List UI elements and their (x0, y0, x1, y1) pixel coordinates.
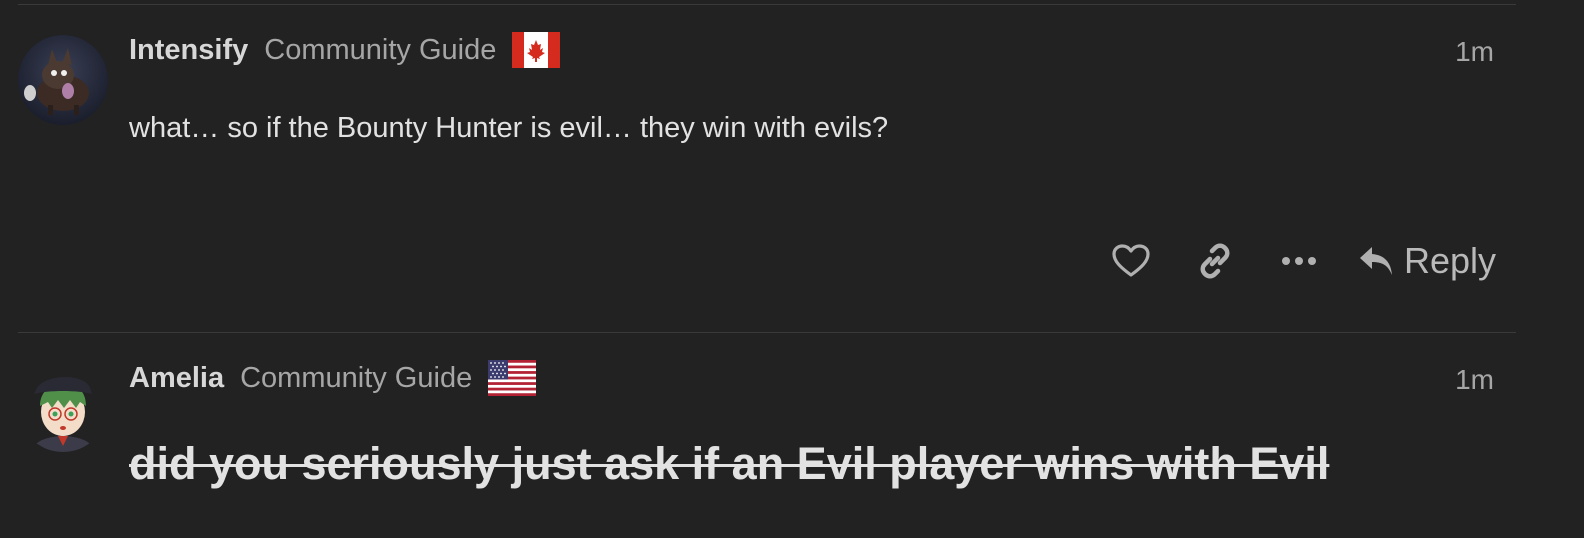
avatar-image-anime (18, 362, 108, 452)
link-icon (1200, 243, 1230, 279)
user-title: Community Guide (240, 361, 473, 394)
avatar[interactable] (18, 362, 108, 452)
usa-flag-icon (488, 360, 537, 396)
share-link-button[interactable] (1190, 236, 1240, 286)
post-actions: Reply (1072, 236, 1496, 286)
reply-arrow-icon (1359, 247, 1392, 275)
heart-icon (1112, 244, 1150, 277)
topic-thread: Intensify Community Guide 1m what… so if… (0, 0, 1584, 538)
post: Amelia Community Guide 1m did you seriou… (0, 334, 1584, 538)
post: Intensify Community Guide 1m what… so if… (0, 0, 1584, 330)
more-icon (1281, 257, 1316, 265)
reply-label: Reply (1403, 240, 1496, 281)
divider (18, 332, 1516, 333)
like-button[interactable] (1106, 236, 1156, 286)
post-body: did you seriously just ask if an Evil pl… (129, 438, 1330, 489)
user-title: Community Guide (264, 33, 497, 66)
avatar-image-wolf (18, 35, 108, 125)
canada-flag-icon (512, 32, 561, 68)
post-meta: Intensify Community Guide (129, 30, 561, 70)
post-date[interactable]: 1m (1455, 36, 1494, 68)
username[interactable]: Intensify (129, 34, 248, 67)
post-date[interactable]: 1m (1455, 364, 1494, 396)
post-body: what… so if the Bounty Hunter is evil… t… (129, 112, 889, 144)
more-button[interactable] (1274, 236, 1324, 286)
post-meta: Amelia Community Guide (129, 358, 537, 398)
username[interactable]: Amelia (129, 362, 224, 395)
avatar[interactable] (18, 35, 108, 125)
reply-button[interactable]: Reply (1358, 240, 1496, 282)
